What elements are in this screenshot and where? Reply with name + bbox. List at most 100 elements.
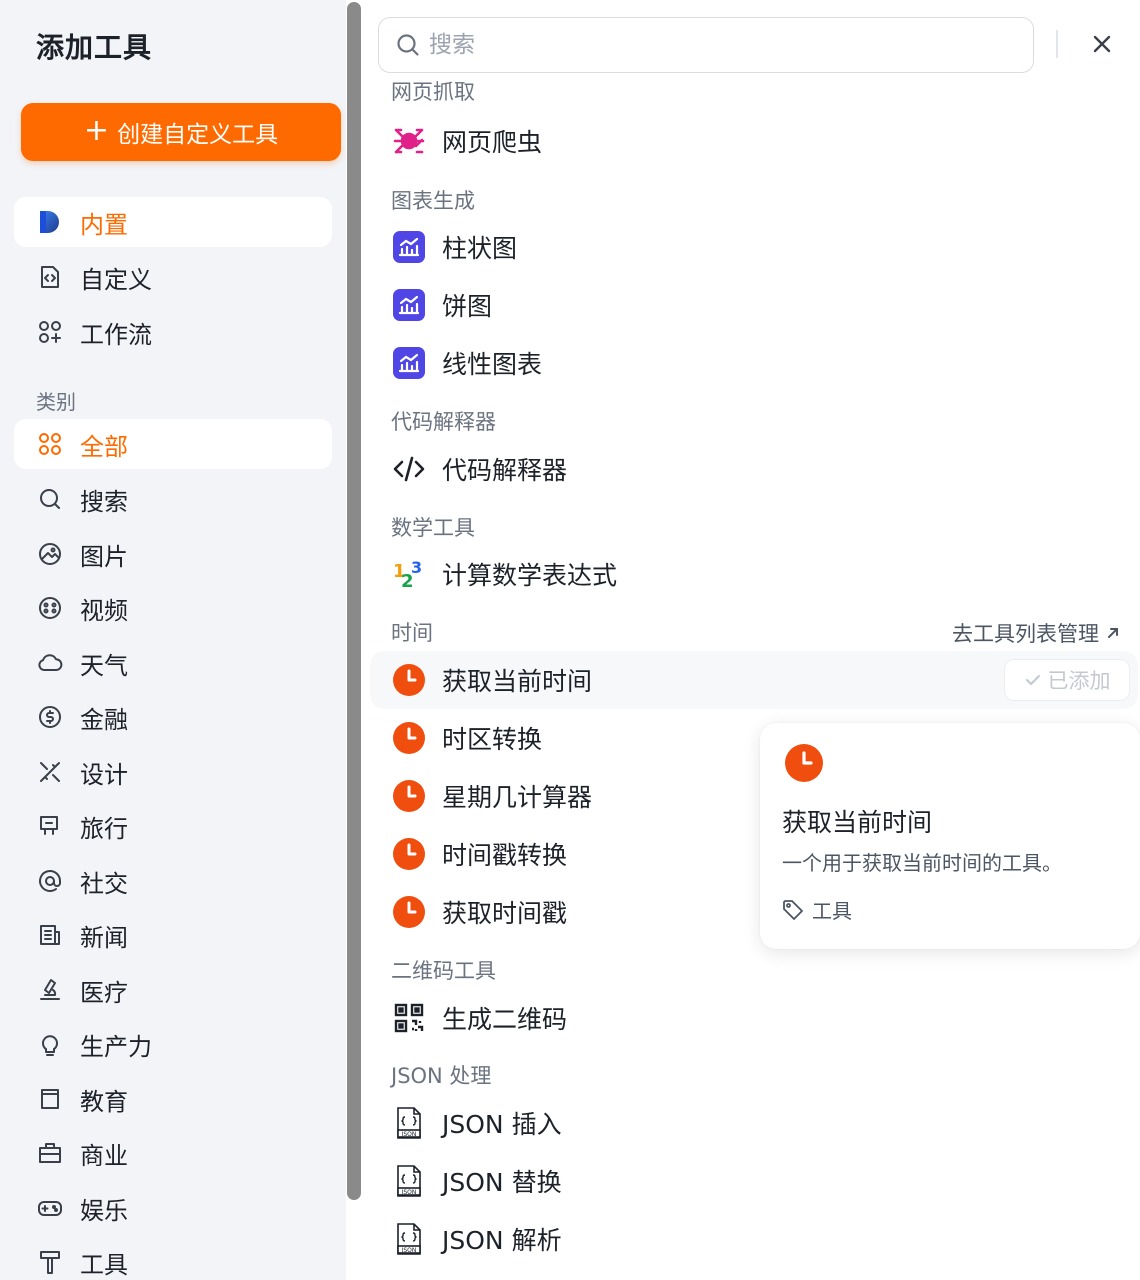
briefcase-icon: [36, 1139, 64, 1167]
medical-icon: [36, 976, 64, 1004]
cloud-icon: [36, 649, 64, 677]
category-heading: 二维码工具: [391, 959, 496, 983]
image-icon: [36, 540, 64, 568]
sidebar-item-medical[interactable]: 医疗: [14, 965, 332, 1015]
sidebar-item-label: 旅行: [80, 814, 128, 843]
added-label: 已添加: [1047, 669, 1111, 693]
clock-icon: [392, 663, 426, 697]
qrcode-icon: [392, 1001, 426, 1035]
sidebar-item-social[interactable]: 社交: [14, 856, 332, 906]
education-icon: [36, 1085, 64, 1113]
lightbulb-icon: [36, 1030, 64, 1058]
clock-icon: [392, 895, 426, 929]
workflow-icon: [36, 318, 64, 346]
plus-icon: +: [83, 112, 110, 148]
clock-icon: [392, 837, 426, 871]
sidebar: 添加工具 + 创建自定义工具 内置 自定义 工作流 类别 全部 搜索 图片 视频…: [0, 0, 346, 1280]
sidebar-item-label: 工具: [80, 1250, 128, 1279]
clock-icon: [392, 721, 426, 755]
search-box[interactable]: [378, 17, 1034, 73]
create-custom-tool-button[interactable]: + 创建自定义工具: [21, 103, 341, 161]
tool-item-json-replace[interactable]: JSON JSON 替换: [370, 1152, 1138, 1210]
close-button[interactable]: [1088, 30, 1116, 58]
search-input[interactable]: [429, 32, 989, 58]
sidebar-item-label: 视频: [80, 596, 128, 625]
sidebar-item-label: 娱乐: [80, 1196, 128, 1225]
create-custom-tool-label: 创建自定义工具: [117, 122, 279, 148]
sidebar-item-design[interactable]: 设计: [14, 747, 332, 797]
page-title: 添加工具: [36, 31, 153, 64]
tool-label: 时间戳转换: [442, 841, 568, 870]
sidebar-item-workflow[interactable]: 工作流: [14, 307, 332, 357]
sidebar-item-news[interactable]: 新闻: [14, 910, 332, 960]
tool-item-generate-qrcode[interactable]: 生成二维码: [370, 989, 1138, 1047]
tool-item-web-crawler[interactable]: 网页爬虫: [370, 112, 1138, 170]
travel-icon: [36, 812, 64, 840]
sidebar-item-builtin[interactable]: 内置: [14, 197, 332, 247]
json-file-icon: JSON: [392, 1164, 426, 1198]
tool-label: 获取当前时间: [442, 667, 593, 696]
category-heading: 时间: [391, 621, 433, 645]
json-file-icon: JSON: [392, 1106, 426, 1140]
grid-icon: [36, 430, 64, 458]
tool-item-code-interpreter[interactable]: 代码解释器: [370, 440, 1138, 498]
sidebar-item-label: 工作流: [80, 320, 152, 349]
sidebar-item-label: 医疗: [80, 978, 128, 1007]
chart-icon: [392, 288, 426, 322]
tool-label: 时区转换: [442, 725, 543, 754]
tooltip-tag: 工具: [782, 895, 852, 924]
tag-icon: [783, 899, 803, 920]
sidebar-item-productivity[interactable]: 生产力: [14, 1019, 332, 1069]
code-icon: [392, 452, 426, 486]
external-arrow-icon: [1108, 628, 1118, 638]
sidebar-scrollbar-thumb[interactable]: [347, 2, 361, 1200]
manage-tool-list-label: 去工具列表管理: [952, 622, 1099, 646]
added-button[interactable]: 已添加: [1004, 659, 1130, 701]
svg-text:JSON: JSON: [401, 1131, 417, 1138]
tool-item-json-insert[interactable]: JSON JSON 插入: [370, 1094, 1138, 1152]
manage-tool-list-link[interactable]: 去工具列表管理: [952, 618, 1121, 648]
builtin-icon: [36, 208, 64, 236]
sidebar-item-entertainment[interactable]: 娱乐: [14, 1183, 332, 1233]
hammer-icon: [36, 1248, 64, 1276]
sidebar-item-all[interactable]: 全部: [14, 419, 332, 469]
search-icon: [397, 34, 419, 56]
sidebar-item-label: 社交: [80, 869, 128, 898]
tool-item-json-parse[interactable]: JSON JSON 解析: [370, 1210, 1138, 1268]
sidebar-item-label: 新闻: [80, 923, 128, 952]
video-icon: [36, 594, 64, 622]
tool-item-pie-chart[interactable]: 饼图: [370, 276, 1138, 334]
sidebar-item-tools[interactable]: 工具: [14, 1237, 332, 1280]
sidebar-item-weather[interactable]: 天气: [14, 638, 332, 688]
sidebar-item-video[interactable]: 视频: [14, 583, 332, 633]
dollar-icon: [36, 703, 64, 731]
tool-label: JSON 插入: [442, 1110, 562, 1139]
tooltip-tag-label: 工具: [812, 899, 852, 923]
category-heading: 代码解释器: [391, 410, 496, 434]
sidebar-item-search[interactable]: 搜索: [14, 474, 332, 524]
clock-icon: [784, 743, 824, 783]
close-icon: [1093, 35, 1111, 53]
sidebar-item-label: 全部: [80, 432, 128, 461]
category-section-label: 类别: [36, 390, 76, 414]
tool-label: 星期几计算器: [442, 783, 593, 812]
tool-label: JSON 解析: [442, 1226, 562, 1255]
sidebar-item-education[interactable]: 教育: [14, 1074, 332, 1124]
tool-label: JSON 替换: [442, 1168, 562, 1197]
sidebar-item-label: 内置: [80, 210, 128, 239]
tool-label: 代码解释器: [442, 456, 568, 485]
category-heading: 图表生成: [391, 189, 475, 213]
tooltip-description: 一个用于获取当前时间的工具。: [782, 851, 1062, 875]
tool-item-line-chart[interactable]: 线性图表: [370, 334, 1138, 392]
math-icon: 1 2 3: [392, 557, 426, 591]
tool-item-math-expression[interactable]: 1 2 3 计算数学表达式: [370, 545, 1138, 603]
tool-item-get-current-time[interactable]: 获取当前时间 已添加: [370, 651, 1138, 709]
sidebar-item-finance[interactable]: 金融: [14, 692, 332, 742]
sidebar-item-travel[interactable]: 旅行: [14, 801, 332, 851]
tool-label: 饼图: [442, 292, 493, 321]
sidebar-item-custom[interactable]: 自定义: [14, 252, 332, 302]
svg-text:JSON: JSON: [401, 1189, 417, 1196]
sidebar-item-business[interactable]: 商业: [14, 1128, 332, 1178]
sidebar-item-image[interactable]: 图片: [14, 529, 332, 579]
tool-item-bar-chart[interactable]: 柱状图: [370, 218, 1138, 276]
